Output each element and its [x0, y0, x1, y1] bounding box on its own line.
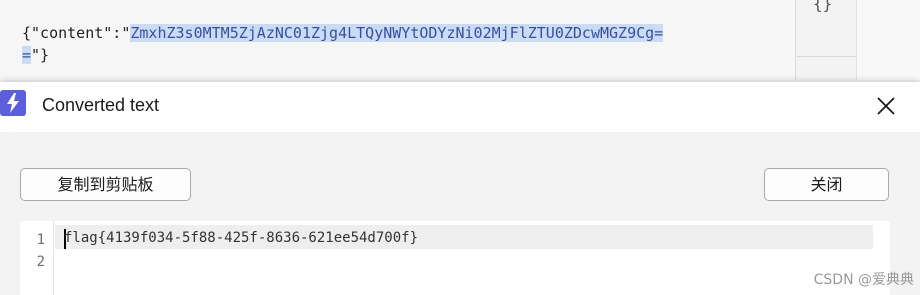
dialog-titlebar: Converted text [0, 82, 920, 132]
converted-text-dialog: Converted text 复制到剪贴板 关闭 1 2 flag{4139f0… [0, 82, 920, 295]
line-number: 1 [36, 232, 45, 248]
bg-line1-selection: ZmxhZ3s0MTM5ZjAzNC01Zjg4LTQyNWYtODYzNi02… [130, 24, 664, 42]
line-number: 2 [36, 254, 45, 270]
copy-to-clipboard-button[interactable]: 复制到剪贴板 [20, 168, 191, 201]
braces-icon[interactable]: {} [813, 0, 832, 13]
close-icon[interactable] [874, 94, 898, 118]
side-panel-divider [797, 56, 856, 57]
watermark: CSDN @爱典典 [813, 272, 914, 288]
bg-line2-suffix: "} [31, 46, 50, 64]
close-button[interactable]: 关闭 [764, 168, 889, 201]
bg-editor-line-2: ="} [22, 44, 49, 66]
dialog-title: Converted text [42, 95, 160, 115]
background-side-panel: {} [797, 0, 857, 80]
background-editor[interactable]: {"content":"ZmxhZ3s0MTM5ZjAzNC01Zjg4LTQy… [0, 0, 796, 80]
bg-editor-line-1: {"content":"ZmxhZ3s0MTM5ZjAzNC01Zjg4LTQy… [22, 22, 664, 44]
result-text-editor[interactable]: 1 2 flag{4139f034-5f88-425f-8636-621ee54… [20, 221, 890, 295]
line-number-gutter: 1 2 [20, 221, 54, 295]
result-line-1: flag{4139f034-5f88-425f-8636-621ee54d700… [64, 230, 419, 246]
lightning-icon [0, 90, 26, 116]
background-right-area [857, 0, 920, 80]
bg-line1-prefix: {"content":" [22, 24, 131, 42]
bg-line2-selection: = [22, 46, 32, 64]
text-cursor [64, 229, 66, 249]
